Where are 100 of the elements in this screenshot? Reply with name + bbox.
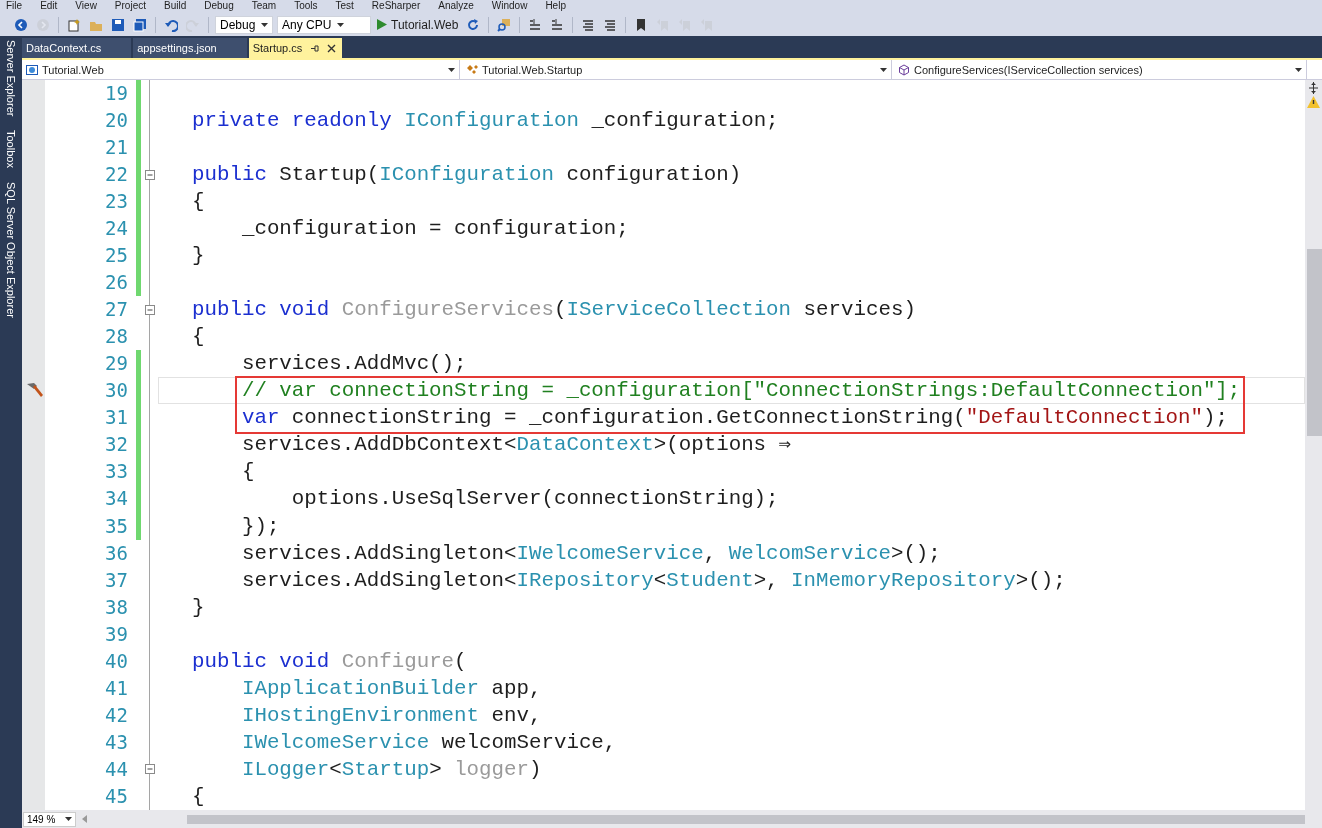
close-icon[interactable] — [327, 43, 337, 53]
line-number: 36 — [104, 540, 129, 566]
menu-item[interactable]: Tools — [294, 0, 318, 13]
horizontal-scrollbar[interactable] — [187, 814, 1305, 824]
menu-item[interactable]: Edit — [40, 0, 58, 13]
menu-item[interactable]: Build — [164, 0, 187, 13]
side-panel-tab[interactable]: Server Explorer — [5, 40, 17, 117]
scroll-left-icon[interactable] — [82, 815, 87, 823]
line-number: 43 — [104, 729, 129, 755]
code-line: public void Configure( — [192, 649, 467, 673]
line-number: 40 — [104, 648, 129, 674]
dropdown-arrow-icon — [337, 22, 345, 27]
code-line: }); — [240, 514, 280, 538]
code-line: public void ConfigureServices(IServiceCollection services) — [192, 298, 916, 322]
line-number: 44 — [104, 756, 129, 782]
forward-icon — [36, 17, 50, 32]
code-line: private readonly IConfiguration _configuration; — [192, 109, 779, 133]
line-number: 29 — [104, 351, 129, 377]
class-icon — [466, 63, 478, 76]
line-number: 32 — [104, 432, 129, 458]
dropdown[interactable]: Any CPU — [277, 15, 371, 34]
code-line: ILogger<Startup> logger) — [240, 757, 542, 781]
line-number: 41 — [104, 675, 129, 701]
code-line: { — [192, 190, 205, 214]
line-number: 20 — [104, 108, 129, 134]
code-line: { — [240, 460, 255, 484]
dropdown-arrow-icon — [448, 67, 455, 72]
search-icon — [497, 17, 512, 32]
line-number: 26 — [104, 270, 129, 296]
file-tab[interactable]: DataContext.cs — [22, 38, 132, 58]
code-line: services.AddSingleton<IWelcomeService, WelcomService>(); — [240, 541, 941, 565]
line-number: 30 — [104, 378, 129, 404]
line-number: 21 — [104, 135, 129, 161]
code-line: // var connectionString = _configuration["ConnectionStrings:DefaultConnection"]; — [240, 379, 1241, 403]
list-icon — [550, 17, 565, 32]
warning-icon — [1307, 96, 1320, 108]
line-number: 42 — [104, 702, 129, 728]
menu-item[interactable]: File — [6, 0, 23, 13]
menu-item[interactable]: Help — [545, 0, 566, 13]
code-line: _configuration = configuration; — [240, 217, 629, 241]
code-line: options.UseSqlServer(connectionString); — [290, 487, 779, 511]
start-button[interactable]: Tutorial.Web — [375, 17, 461, 32]
code-line: IWelcomeService welcomService, — [240, 730, 617, 754]
collapse-icon[interactable] — [144, 764, 155, 775]
lines-icon — [581, 17, 596, 32]
code-line: { — [192, 784, 205, 808]
menu-item[interactable]: Window — [491, 0, 528, 13]
dropdown-arrow-icon — [1295, 67, 1302, 72]
code-line: } — [192, 244, 205, 268]
line-number: 39 — [104, 621, 129, 647]
line-number: 24 — [104, 216, 129, 242]
dropdown-arrow-icon — [880, 67, 887, 72]
collapse-icon[interactable] — [144, 304, 155, 315]
save-all-icon — [133, 17, 147, 32]
line-number: 45 — [104, 783, 129, 809]
menu-item[interactable]: Debug — [204, 0, 234, 13]
code-line: { — [192, 325, 205, 349]
lines-icon — [603, 17, 618, 32]
line-number: 38 — [104, 594, 129, 620]
vertical-scrollbar[interactable] — [1305, 80, 1322, 810]
line-number: 35 — [104, 513, 129, 539]
list-icon — [528, 17, 543, 32]
menu-item[interactable]: ReSharper — [371, 0, 421, 13]
code-line: } — [192, 595, 205, 619]
pin-icon[interactable] — [310, 43, 320, 53]
line-number: 28 — [104, 324, 129, 350]
menu-item[interactable]: View — [75, 0, 97, 13]
code-line: public Startup(IConfiguration configuration) — [192, 163, 742, 187]
code-line: services.AddMvc(); — [240, 352, 467, 376]
zoom-dropdown[interactable]: 149 % — [23, 811, 76, 827]
split-icon[interactable] — [1307, 82, 1320, 94]
line-number: 27 — [104, 297, 129, 323]
menu-item[interactable]: Team — [251, 0, 277, 13]
line-number: 22 — [104, 162, 129, 188]
line-number: 19 — [104, 81, 129, 106]
play-icon — [377, 19, 387, 30]
dropdown-arrow-icon — [65, 817, 72, 821]
line-number: 33 — [104, 459, 129, 485]
dropdown[interactable]: Debug — [215, 15, 273, 34]
line-number: 37 — [104, 567, 129, 593]
menu-item[interactable]: Project — [114, 0, 146, 13]
line-number: 25 — [104, 243, 129, 269]
save-icon — [111, 17, 125, 32]
file-tab[interactable]: Startup.cs — [248, 38, 343, 58]
line-number: 34 — [104, 486, 129, 512]
side-panel-tab[interactable]: Toolbox — [5, 130, 17, 169]
line-number: 23 — [104, 189, 129, 215]
collapse-icon[interactable] — [144, 169, 155, 180]
undo-icon — [164, 17, 178, 32]
scrollbar-thumb[interactable] — [1307, 249, 1322, 436]
cube-icon — [898, 63, 910, 76]
side-panel-tab[interactable]: SQL Server Object Explorer — [5, 182, 17, 319]
dropdown-arrow-icon — [261, 22, 269, 27]
code-line: services.AddDbContext<DataContext>(options ⇒ — [240, 433, 792, 457]
menu-item[interactable]: Analyze — [438, 0, 474, 13]
code-line: IHostingEnvironment env, — [240, 703, 542, 727]
code-line: services.AddSingleton<IRepository<Student>, InMemoryRepository>(); — [240, 568, 1066, 592]
menu-item[interactable]: Test — [335, 0, 354, 13]
new-item-icon — [67, 17, 81, 32]
file-tab[interactable]: appsettings.json — [133, 38, 247, 58]
